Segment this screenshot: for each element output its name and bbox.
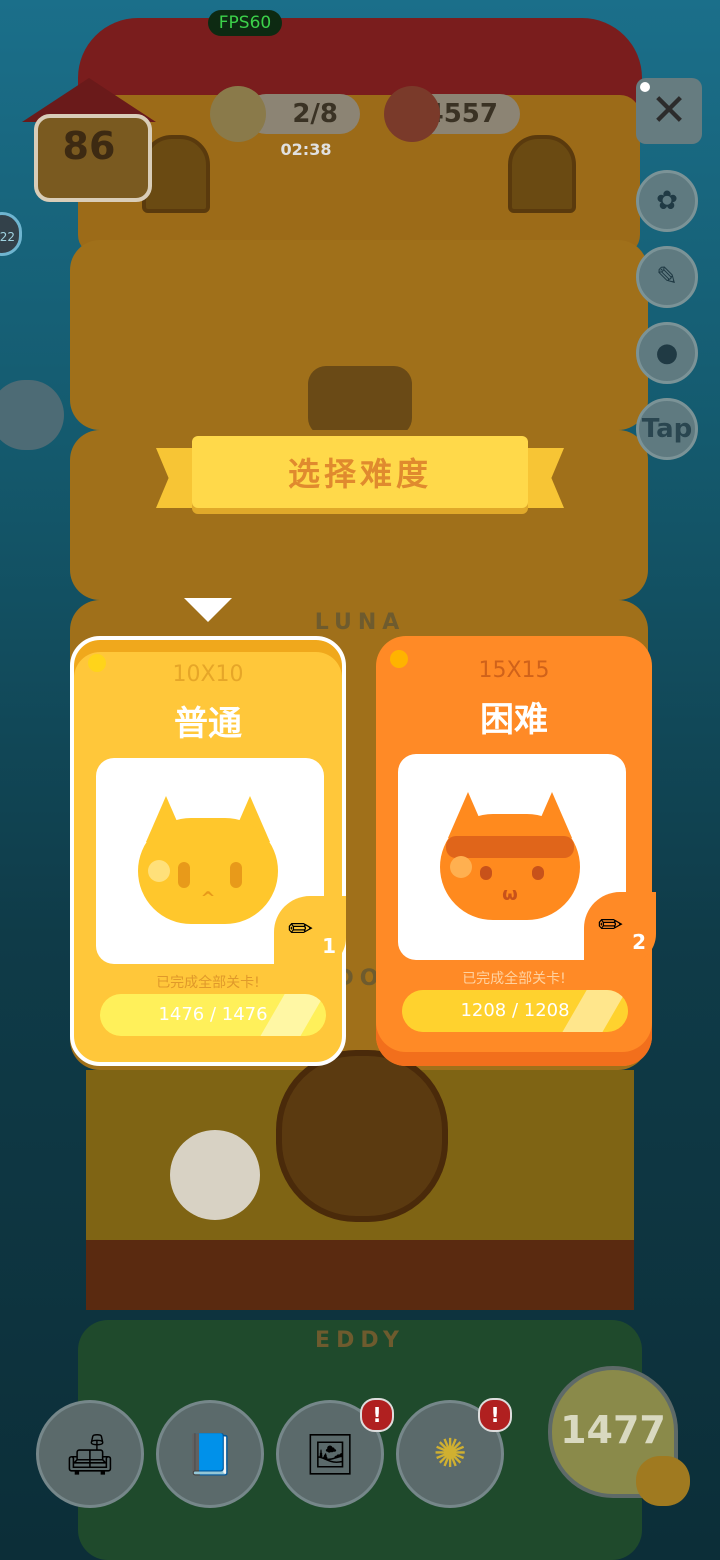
completion-status: 已完成全部关卡! bbox=[462, 971, 566, 987]
side-button-stamp[interactable]: ● bbox=[636, 322, 698, 384]
difficulty-card-hard[interactable]: 15X15 困难 ω ✏ 2 已完成全部关卡! 1208 / 1208 bbox=[376, 636, 656, 1066]
grid-size: 15X15 bbox=[478, 658, 550, 683]
side-button-tap[interactable]: Tap bbox=[636, 398, 698, 460]
pencil-icon: ✏ bbox=[288, 912, 314, 947]
stamp-icon: ● bbox=[655, 338, 679, 368]
cat-mouth: ^ bbox=[200, 888, 216, 909]
pencil-timer: 02:38 bbox=[280, 140, 332, 159]
nav-furniture-button[interactable]: 🛋 bbox=[36, 1400, 144, 1508]
decorated-room bbox=[86, 1050, 634, 1310]
completion-status: 已完成全部关卡! bbox=[156, 975, 260, 991]
selection-pointer-icon bbox=[184, 598, 232, 622]
side-button-settings[interactable]: ✿ bbox=[636, 170, 698, 232]
notification-badge: ! bbox=[360, 1398, 394, 1432]
flower-gear-icon: ✿ bbox=[656, 186, 678, 216]
cat-eye bbox=[532, 866, 544, 880]
cat-avatar-icon[interactable] bbox=[636, 1456, 690, 1506]
close-icon: ✕ bbox=[650, 85, 688, 136]
home-level-badge[interactable]: 86 bbox=[22, 78, 156, 202]
picture-frame-icon: 🖼 bbox=[304, 1431, 356, 1478]
room-floor bbox=[86, 1240, 634, 1310]
cat-eye bbox=[230, 862, 242, 888]
cat-eye bbox=[480, 866, 492, 880]
indicator-dot bbox=[640, 82, 650, 92]
cat-character bbox=[170, 1130, 260, 1220]
pencil-icon bbox=[210, 86, 266, 142]
home-level: 86 bbox=[62, 124, 116, 168]
notification-badge: ! bbox=[478, 1398, 512, 1432]
level-number: 2 bbox=[632, 930, 646, 954]
cat-mouth: ω bbox=[502, 884, 518, 905]
grid-size: 10X10 bbox=[172, 662, 244, 687]
progress-text: 1476 / 1476 bbox=[158, 1004, 268, 1025]
pencil-icon: ✏ bbox=[598, 908, 624, 943]
window bbox=[508, 135, 576, 213]
banner-body: 选择难度 bbox=[192, 436, 528, 508]
cat-face-icon: ω bbox=[440, 792, 580, 920]
close-button[interactable]: ✕ bbox=[636, 78, 702, 144]
progress-text: 1208 / 1208 bbox=[460, 1000, 570, 1021]
side-button-brush[interactable]: ✎ bbox=[636, 246, 698, 308]
dialog-title: 选择难度 bbox=[287, 455, 432, 493]
fps-counter: FPS60 bbox=[208, 10, 282, 36]
book-icon: 📘 bbox=[185, 1431, 235, 1478]
level-badge: ✏ 1 bbox=[274, 896, 346, 968]
pencil-count: 2/8 bbox=[292, 99, 338, 129]
level-number: 1 bbox=[322, 934, 336, 958]
paint-brush-icon: ✎ bbox=[656, 262, 678, 292]
level-badge: ✏ 2 bbox=[584, 892, 656, 964]
floor-label-luna: LUNA bbox=[314, 610, 406, 635]
sofa-icon: 🛋 bbox=[64, 1431, 116, 1478]
round-window bbox=[276, 1050, 448, 1222]
cat-headband bbox=[446, 836, 574, 858]
lock-icon bbox=[308, 366, 412, 436]
progress-bar: 1208 / 1208 bbox=[402, 990, 628, 1032]
lamp-icon: ✺ bbox=[433, 1431, 467, 1477]
difficulty-name: 困难 bbox=[480, 700, 548, 740]
progress-bar: 1476 / 1476 bbox=[100, 994, 326, 1036]
difficulty-name: 普通 bbox=[174, 704, 242, 744]
difficulty-card-normal[interactable]: 10X10 普通 ^ ✏ 1 已完成全部关卡! 1476 / 1476 bbox=[70, 636, 346, 1066]
nav-book-button[interactable]: 📘 bbox=[156, 1400, 264, 1508]
cat-face-icon: ^ bbox=[138, 796, 278, 924]
floor-label-eddy: EDDY bbox=[315, 1328, 405, 1353]
cat-blush bbox=[148, 860, 170, 882]
tap-label: Tap bbox=[641, 414, 693, 444]
cat-blush bbox=[450, 856, 472, 878]
score-value: 1477 bbox=[560, 1408, 666, 1452]
difficulty-banner: 选择难度 bbox=[156, 436, 564, 520]
cat-eye bbox=[178, 862, 190, 888]
coin-can-icon bbox=[384, 86, 440, 142]
